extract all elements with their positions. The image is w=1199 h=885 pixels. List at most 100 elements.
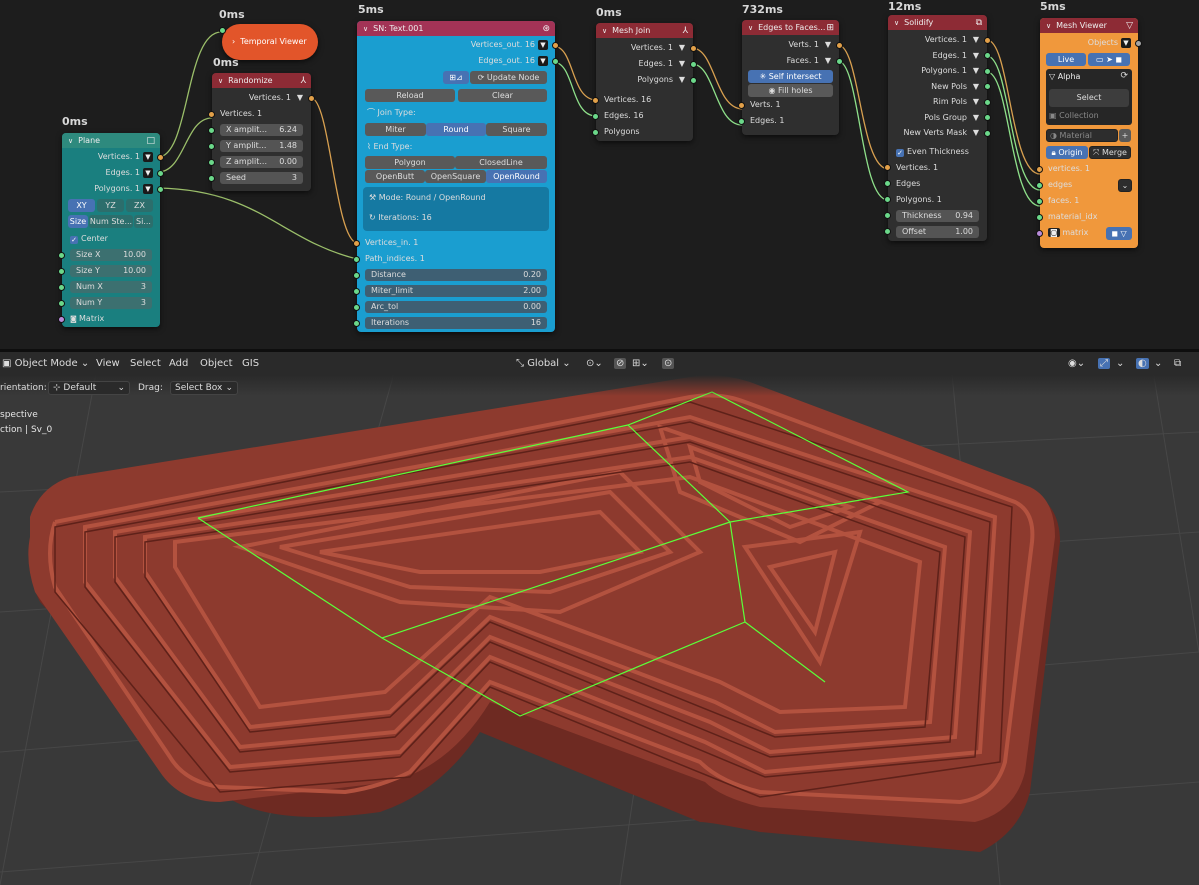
gizmo-dropdown-icon[interactable]: ⌄	[1116, 358, 1124, 369]
socket[interactable]	[884, 212, 891, 219]
xray-icon[interactable]: ⧉	[1174, 358, 1181, 369]
offset-field[interactable]: Offset 1.00	[884, 224, 987, 240]
socket[interactable]	[984, 114, 991, 121]
join-miter-button[interactable]: Miter	[365, 123, 426, 136]
socket[interactable]	[58, 299, 65, 307]
menu-add[interactable]: Add	[169, 358, 188, 369]
socket[interactable]	[353, 303, 360, 311]
snap-icon[interactable]: ⊘	[614, 358, 627, 369]
socket[interactable]	[353, 319, 360, 327]
end-openround-button[interactable]: OpenRound	[486, 170, 547, 183]
socket[interactable]	[1036, 229, 1043, 237]
axis-zx-button[interactable]: ZX	[126, 199, 153, 212]
clear-button[interactable]: Clear	[458, 89, 547, 102]
mesh-join-header[interactable]: ∨ Mesh Join ⅄	[596, 23, 693, 38]
axis-xy-button[interactable]: XY	[68, 199, 95, 212]
center-checkbox[interactable]: ✓ Center	[62, 231, 160, 247]
socket[interactable]	[58, 283, 65, 291]
join-square-button[interactable]: Square	[486, 123, 547, 136]
socket[interactable]	[884, 164, 891, 171]
socket[interactable]	[836, 41, 843, 49]
add-material-button[interactable]: +	[1119, 129, 1131, 142]
socket[interactable]	[353, 271, 360, 279]
socket[interactable]	[984, 129, 991, 137]
socket[interactable]	[157, 185, 164, 193]
plane-header[interactable]: ∨ Plane □	[62, 133, 160, 148]
socket[interactable]	[208, 126, 215, 134]
menu-object[interactable]: Object	[200, 358, 233, 369]
text-node[interactable]: ∨ SN: Text.001 ⊛ Vertices_out. 16 ▼ Edges_o…	[353, 21, 559, 332]
socket[interactable]	[1135, 39, 1142, 47]
snap-target-icon[interactable]: ⊞⌄	[632, 358, 649, 369]
socket[interactable]	[552, 57, 559, 65]
pivot-icon[interactable]: ⊙⌄	[586, 358, 603, 369]
num-y-field[interactable]: Num Y3	[58, 295, 160, 311]
overlay-icon[interactable]: ◐	[1136, 358, 1149, 369]
socket[interactable]	[353, 255, 360, 263]
miter-limit-field[interactable]: Miter_limit 2.00	[353, 283, 555, 299]
socket[interactable]	[353, 287, 360, 295]
size-y-field[interactable]: Size Y 10.00	[58, 263, 160, 279]
randomize-header[interactable]: ∨ Randomize ⅄	[212, 73, 311, 88]
text-header[interactable]: ∨ SN: Text.001 ⊛	[357, 21, 555, 36]
seed-field[interactable]: Seed 3	[208, 170, 311, 186]
end-opensquare-button[interactable]: OpenSquare	[425, 170, 486, 183]
solidify-header[interactable]: ∨ Solidify ⧉	[888, 15, 987, 30]
view-icons[interactable]: ▭ ➤ ◼	[1088, 53, 1130, 66]
node-icons[interactable]: ⊞⊿	[443, 71, 469, 84]
socket[interactable]	[157, 169, 164, 177]
update-node-button[interactable]: ⟳ Update Node	[470, 71, 547, 84]
viewport-3d[interactable]: ▣ Object Mode ⌄ View Select Add Object G…	[0, 352, 1199, 885]
socket[interactable]	[592, 128, 599, 136]
refresh-icon[interactable]: ⟳	[1120, 71, 1128, 81]
socket[interactable]	[690, 44, 697, 52]
iterations-field[interactable]: Iterations 16	[353, 315, 555, 331]
end-openbutt-button[interactable]: OpenButt	[365, 170, 425, 183]
join-round-button[interactable]: Round	[426, 123, 486, 136]
solidify-node[interactable]: ∨ Solidify ⧉ Vertices. 1 ▼ Edges. 1 ▼ Polygo…	[884, 15, 991, 241]
socket[interactable]	[58, 267, 65, 275]
proportional-edit-icon[interactable]: ⊙	[662, 358, 675, 369]
socket[interactable]	[1036, 165, 1043, 173]
socket[interactable]	[984, 83, 991, 90]
end-polygon-button[interactable]: Polygon	[365, 156, 455, 169]
mode-num-steps-button[interactable]: Num Ste...	[89, 215, 133, 228]
edges-to-faces-node[interactable]: ∨ Edges to Faces... ⊞ Verts. 1 ▼ Faces. 1 ▼ …	[738, 20, 843, 135]
edges-to-faces-header[interactable]: ∨ Edges to Faces... ⊞	[742, 20, 839, 35]
temporal-socket[interactable]	[219, 27, 226, 34]
transform-orientation-dropdown[interactable]: ⤡ Global ⌄	[516, 358, 571, 369]
thickness-field[interactable]: Thickness 0.94	[884, 208, 987, 224]
socket[interactable]	[884, 228, 891, 235]
material-field[interactable]: ◑ Material	[1046, 129, 1118, 142]
overlay-dropdown-icon[interactable]: ⌄	[1154, 358, 1162, 369]
merge-toggle[interactable]: ⤧ Merge	[1089, 146, 1131, 159]
arc-tol-field[interactable]: Arc_tol 0.00	[353, 299, 555, 315]
distance-field[interactable]: Distance 0.20	[353, 267, 555, 283]
socket[interactable]	[738, 101, 745, 109]
mode-si-button[interactable]: Si...	[134, 215, 153, 228]
mesh-viewer-header[interactable]: ∨ Mesh Viewer ▽	[1040, 18, 1138, 33]
socket[interactable]	[592, 96, 599, 104]
z-amplitude-field[interactable]: Z amplit... 0.00	[208, 154, 311, 170]
select-button[interactable]: Select	[1049, 89, 1129, 107]
socket[interactable]	[157, 153, 164, 161]
end-closedline-button[interactable]: ClosedLine	[455, 156, 547, 169]
socket[interactable]	[308, 94, 315, 102]
temporal-viewer-node[interactable]: › Temporal Viewer	[219, 24, 318, 60]
socket[interactable]	[984, 67, 991, 75]
socket[interactable]	[738, 117, 745, 125]
socket[interactable]	[984, 98, 991, 106]
socket[interactable]	[1036, 197, 1043, 205]
axis-yz-button[interactable]: YZ	[97, 199, 124, 212]
self-intersect-toggle[interactable]: ✳ Self intersect	[748, 70, 833, 83]
num-x-field[interactable]: Num X3	[58, 279, 160, 295]
collection-field[interactable]: ▣ Collection	[1049, 111, 1099, 120]
mesh-viewer-node[interactable]: ∨ Mesh Viewer ▽ Objects ▼ Live ▭ ➤ ◼ ▽ Alph…	[1036, 18, 1142, 248]
y-amplitude-field[interactable]: Y amplit... 1.48	[208, 138, 311, 154]
socket[interactable]	[884, 196, 891, 203]
socket[interactable]	[690, 76, 697, 84]
socket[interactable]	[208, 142, 215, 150]
mode-size-button[interactable]: Size	[68, 215, 88, 228]
object-mode-dropdown[interactable]: ▣ Object Mode ⌄	[2, 358, 89, 369]
socket[interactable]	[552, 41, 559, 49]
